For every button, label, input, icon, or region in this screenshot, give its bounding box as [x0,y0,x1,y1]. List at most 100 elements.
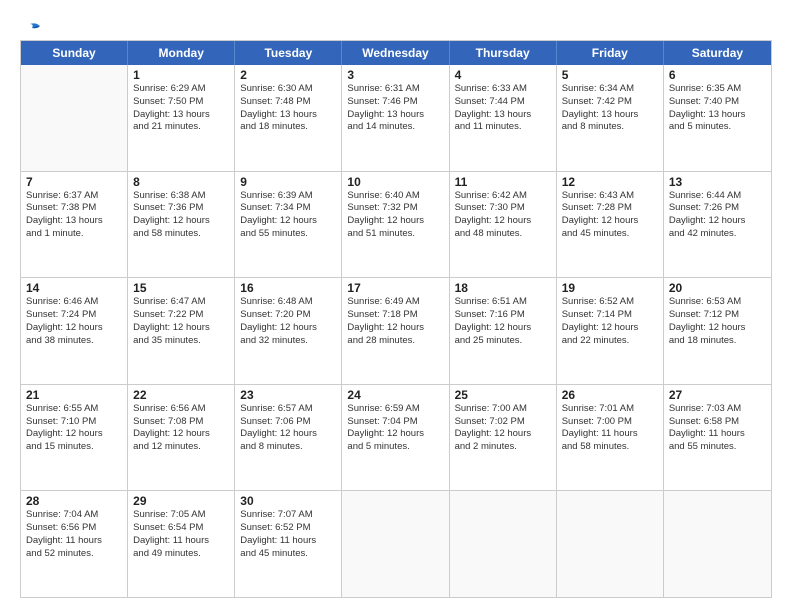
cell-info-line: and 58 minutes. [133,228,230,241]
header-day-thursday: Thursday [450,41,557,65]
day-number: 24 [347,388,444,402]
cell-info-line: and 11 minutes. [455,121,552,134]
cell-info-line: Sunset: 7:18 PM [347,309,444,322]
cell-info-line: Sunrise: 7:00 AM [455,403,552,416]
cell-info-line: Daylight: 12 hours [133,428,230,441]
cell-info-line: Sunset: 7:36 PM [133,202,230,215]
cell-info-line: Daylight: 12 hours [26,322,123,335]
day-number: 8 [133,175,230,189]
day-number: 21 [26,388,123,402]
cell-info-line: and 42 minutes. [669,228,767,241]
day-number: 23 [240,388,337,402]
cell-info-line: Sunrise: 6:29 AM [133,83,230,96]
cell-info-line: Daylight: 12 hours [562,322,659,335]
day-number: 30 [240,494,337,508]
day-number: 19 [562,281,659,295]
cell-info-line: Daylight: 11 hours [133,535,230,548]
cell-info-line: Sunset: 7:28 PM [562,202,659,215]
day-number: 1 [133,68,230,82]
cell-info-line: Daylight: 11 hours [240,535,337,548]
cal-cell-9: 9Sunrise: 6:39 AMSunset: 7:34 PMDaylight… [235,172,342,278]
day-number: 18 [455,281,552,295]
cell-info-line: Sunrise: 6:40 AM [347,190,444,203]
calendar-row-3: 14Sunrise: 6:46 AMSunset: 7:24 PMDayligh… [21,277,771,384]
cell-info-line: and 52 minutes. [26,548,123,561]
cal-cell-12: 12Sunrise: 6:43 AMSunset: 7:28 PMDayligh… [557,172,664,278]
calendar-row-5: 28Sunrise: 7:04 AMSunset: 6:56 PMDayligh… [21,490,771,597]
cell-info-line: Daylight: 12 hours [669,215,767,228]
cell-info-line: Sunrise: 6:49 AM [347,296,444,309]
cell-info-line: Daylight: 12 hours [455,322,552,335]
cal-cell-29: 29Sunrise: 7:05 AMSunset: 6:54 PMDayligh… [128,491,235,597]
day-number: 26 [562,388,659,402]
cell-info-line: and 22 minutes. [562,335,659,348]
cell-info-line: and 5 minutes. [669,121,767,134]
header-day-tuesday: Tuesday [235,41,342,65]
cell-info-line: and 51 minutes. [347,228,444,241]
cell-info-line: Sunrise: 6:55 AM [26,403,123,416]
day-number: 3 [347,68,444,82]
cell-info-line: Sunset: 7:32 PM [347,202,444,215]
day-number: 7 [26,175,123,189]
cal-cell-10: 10Sunrise: 6:40 AMSunset: 7:32 PMDayligh… [342,172,449,278]
cell-info-line: Sunset: 7:48 PM [240,96,337,109]
cal-cell-11: 11Sunrise: 6:42 AMSunset: 7:30 PMDayligh… [450,172,557,278]
cell-info-line: Sunset: 6:52 PM [240,522,337,535]
cell-info-line: and 14 minutes. [347,121,444,134]
cell-info-line: and 18 minutes. [240,121,337,134]
cell-info-line: Sunrise: 6:42 AM [455,190,552,203]
cell-info-line: and 8 minutes. [562,121,659,134]
cell-info-line: Daylight: 12 hours [669,322,767,335]
calendar: SundayMondayTuesdayWednesdayThursdayFrid… [20,40,772,598]
cell-info-line: Sunset: 7:10 PM [26,416,123,429]
cal-cell-28: 28Sunrise: 7:04 AMSunset: 6:56 PMDayligh… [21,491,128,597]
cell-info-line: and 15 minutes. [26,441,123,454]
cell-info-line: Sunset: 7:50 PM [133,96,230,109]
cell-info-line: Sunset: 7:16 PM [455,309,552,322]
cell-info-line: and 8 minutes. [240,441,337,454]
cell-info-line: Sunset: 7:12 PM [669,309,767,322]
cell-info-line: Sunrise: 6:37 AM [26,190,123,203]
cal-cell-22: 22Sunrise: 6:56 AMSunset: 7:08 PMDayligh… [128,385,235,491]
cell-info-line: Sunrise: 6:38 AM [133,190,230,203]
day-number: 22 [133,388,230,402]
day-number: 9 [240,175,337,189]
cell-info-line: Sunrise: 6:47 AM [133,296,230,309]
cal-cell-27: 27Sunrise: 7:03 AMSunset: 6:58 PMDayligh… [664,385,771,491]
cell-info-line: Daylight: 12 hours [455,215,552,228]
day-number: 20 [669,281,767,295]
day-number: 6 [669,68,767,82]
cell-info-line: and 35 minutes. [133,335,230,348]
cell-info-line: Sunset: 7:38 PM [26,202,123,215]
day-number: 2 [240,68,337,82]
cell-info-line: Sunset: 7:26 PM [669,202,767,215]
cal-cell-empty-4-5 [557,491,664,597]
cell-info-line: Daylight: 13 hours [347,109,444,122]
cal-cell-empty-4-3 [342,491,449,597]
cal-cell-20: 20Sunrise: 6:53 AMSunset: 7:12 PMDayligh… [664,278,771,384]
cell-info-line: Sunset: 7:14 PM [562,309,659,322]
cal-cell-8: 8Sunrise: 6:38 AMSunset: 7:36 PMDaylight… [128,172,235,278]
day-number: 17 [347,281,444,295]
cell-info-line: Daylight: 12 hours [133,215,230,228]
day-number: 4 [455,68,552,82]
cal-cell-1: 1Sunrise: 6:29 AMSunset: 7:50 PMDaylight… [128,65,235,171]
cal-cell-16: 16Sunrise: 6:48 AMSunset: 7:20 PMDayligh… [235,278,342,384]
cell-info-line: Sunset: 6:56 PM [26,522,123,535]
page-header [20,18,772,32]
cell-info-line: Sunset: 7:04 PM [347,416,444,429]
cell-info-line: Sunrise: 6:34 AM [562,83,659,96]
calendar-row-1: 1Sunrise: 6:29 AMSunset: 7:50 PM Daylight… [21,65,771,171]
cell-info-line: and 32 minutes. [240,335,337,348]
cell-info-line: Sunset: 7:00 PM [562,416,659,429]
cell-info-line: Sunrise: 6:52 AM [562,296,659,309]
header-day-monday: Monday [128,41,235,65]
day-number: 5 [562,68,659,82]
calendar-body: 1Sunrise: 6:29 AMSunset: 7:50 PM Daylight… [21,65,771,597]
cell-info-line: and 55 minutes. [669,441,767,454]
cell-info-line: Daylight: 13 hours [26,215,123,228]
logo [20,22,40,32]
day-number: 13 [669,175,767,189]
cell-info-line: Sunrise: 6:43 AM [562,190,659,203]
day-number: 12 [562,175,659,189]
